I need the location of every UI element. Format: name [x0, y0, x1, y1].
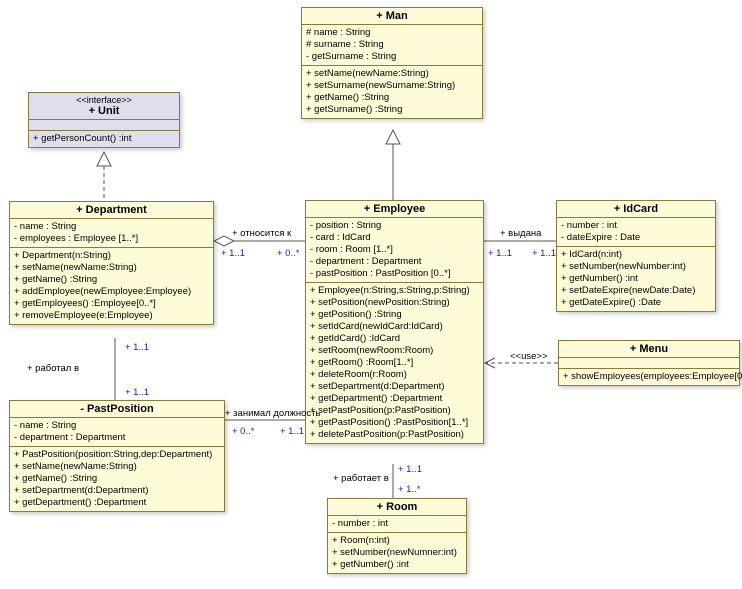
unit-ops: + getPersonCount() :int [29, 131, 179, 147]
man-attrs: # name : String # surname : String - get… [302, 25, 482, 66]
unit-name: + Unit [33, 105, 175, 117]
class-unit-title: <<interface>> + Unit [29, 93, 179, 120]
mult-held-1: + 0..* [232, 426, 254, 437]
room-name: + Room [328, 499, 466, 516]
class-idcard: + IdCard - number : int - dateExpire : D… [556, 200, 716, 312]
mult-worked-2: + 1..1 [125, 387, 149, 398]
class-room: + Room - number : int + Room(n:int) + se… [327, 498, 467, 574]
label-use: <<use>> [510, 351, 548, 362]
employee-ops: + Employee(n:String,s:String,p:String) +… [306, 283, 483, 443]
man-name: + Man [302, 8, 482, 25]
menu-ops: + showEmployees(employees:Employee[0..*]… [559, 369, 739, 385]
mult-worked-1: + 1..1 [125, 342, 149, 353]
man-ops: + setName(newName:String) + setSurname(n… [302, 66, 482, 118]
label-issued: + выдана [500, 228, 541, 239]
menu-name: + Menu [559, 341, 739, 358]
pastposition-ops: + PastPosition(position:String,dep:Depar… [10, 447, 224, 511]
class-unit: <<interface>> + Unit + getPersonCount() … [28, 92, 180, 148]
class-employee: + Employee - position : String - card : … [305, 200, 484, 444]
room-ops: + Room(n:int) + setNumber(newNumner:int)… [328, 533, 466, 573]
employee-name: + Employee [306, 201, 483, 218]
mult-dep-emp-2: + 0..* [277, 248, 299, 259]
idcard-attrs: - number : int - dateExpire : Date [557, 218, 715, 247]
pastposition-attrs: - name : String - department : Departmen… [10, 418, 224, 447]
label-works: + работает в [333, 473, 389, 484]
mult-dep-emp-1: + 1..1 [221, 248, 245, 259]
mult-held-2: + 1..1 [280, 426, 304, 437]
class-menu: + Menu + showEmployees(employees:Employe… [558, 340, 740, 386]
label-belongs: + относится к [232, 228, 291, 239]
mult-works-1: + 1..1 [398, 464, 422, 475]
label-worked: + работал в [27, 363, 79, 374]
mult-emp-card-2: + 1..1 [532, 248, 556, 259]
room-attrs: - number : int [328, 516, 466, 533]
mult-works-2: + 1..* [398, 484, 420, 495]
idcard-ops: + IdCard(n:int) + setNumber(newNumber:in… [557, 247, 715, 311]
department-ops: + Department(n:String) + setName(newName… [10, 248, 213, 324]
department-attrs: - name : String - employees : Employee [… [10, 219, 213, 248]
mult-emp-card-1: + 1..1 [488, 248, 512, 259]
employee-attrs: - position : String - card : IdCard - ro… [306, 218, 483, 283]
class-pastposition: - PastPosition - name : String - departm… [9, 400, 225, 512]
idcard-name: + IdCard [557, 201, 715, 218]
class-department: + Department - name : String - employees… [9, 201, 214, 325]
unit-stereotype: <<interface>> [33, 95, 175, 105]
department-name: + Department [10, 202, 213, 219]
class-man: + Man # name : String # surname : String… [301, 7, 483, 119]
pastposition-name: - PastPosition [10, 401, 224, 418]
label-held: + занимал должность [225, 408, 320, 419]
